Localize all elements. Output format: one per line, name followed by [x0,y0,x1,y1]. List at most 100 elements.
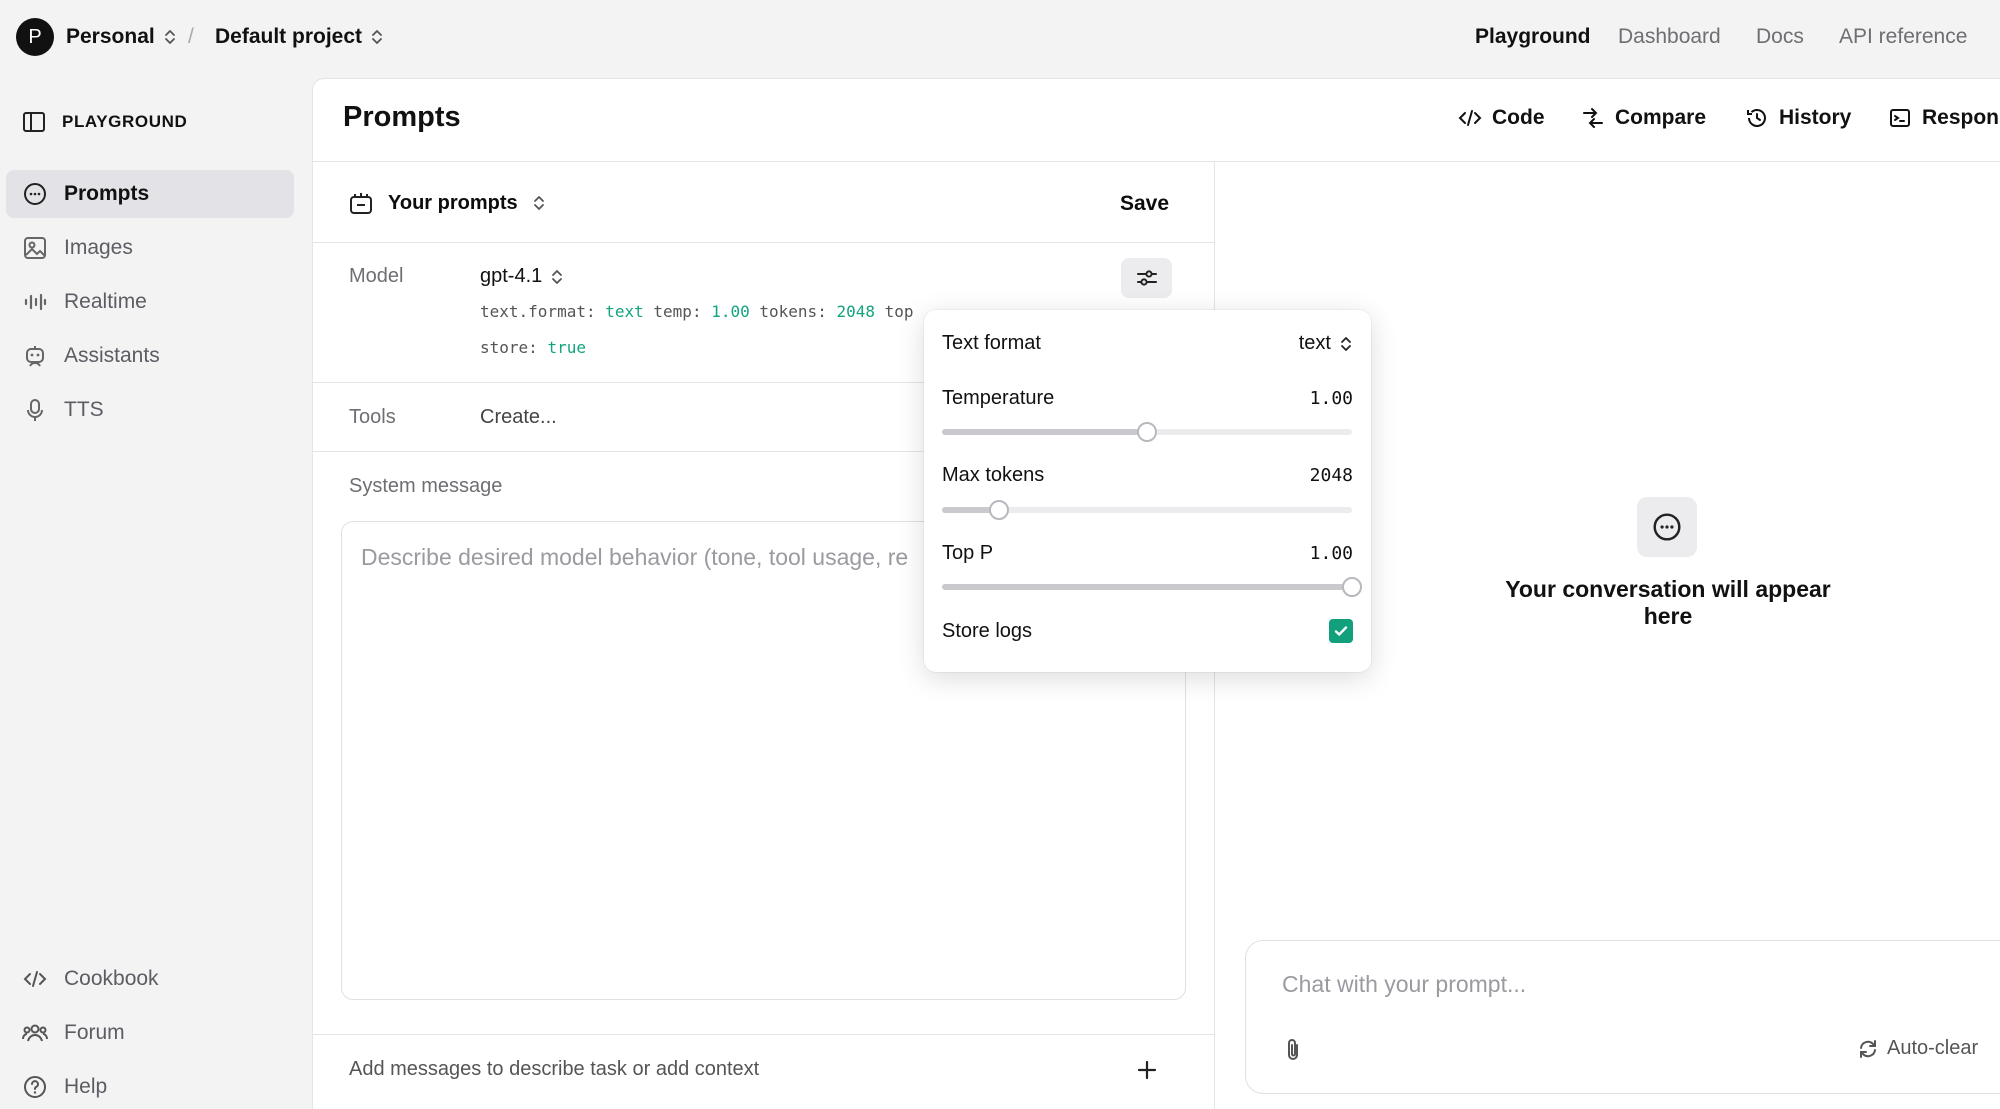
code-icon [23,971,47,987]
text-format-select[interactable]: text [1299,332,1353,355]
help-icon [24,1076,46,1098]
model-name: gpt-4.1 [480,265,543,287]
row-divider [313,1034,1214,1035]
top-p-value: 1.00 [1309,543,1353,564]
top-p-slider[interactable] [942,577,1362,597]
sidebar-item-label: Cookbook [64,967,159,990]
chat-bubble-icon [24,183,46,205]
history-icon [1747,109,1766,127]
add-messages-hint: Add messages to describe task or add con… [349,1058,760,1080]
nav-playground[interactable]: Playground [1475,25,1591,49]
chevron-updown-icon [164,30,175,44]
sidebar-item-help[interactable]: Help [6,1063,294,1109]
conversation-icon-tile [1637,497,1697,557]
sidebar-item-forum[interactable]: Forum [6,1009,294,1057]
robot-icon [26,346,44,367]
chat-input-box[interactable]: Chat with your prompt... Auto-clear [1245,940,2000,1094]
compare-button-label: Compare [1615,106,1707,129]
checkmark-icon [1334,626,1348,636]
response-button[interactable]: Respons [1888,106,2000,130]
auto-clear-toggle[interactable]: Auto-clear [1857,1037,1978,1060]
param-value: text [605,302,644,321]
sidebar-item-label: Realtime [64,290,147,313]
response-button-label: Respons [1922,106,2000,129]
param-key: store: [480,338,538,357]
chat-input-placeholder: Chat with your prompt... [1282,971,1527,997]
slider-thumb[interactable] [989,500,1010,520]
paperclip-icon[interactable] [1282,1037,1304,1063]
row-divider [313,242,1214,243]
param-value: true [547,338,586,357]
terminal-icon [1890,109,1910,127]
text-format-row: Text format text [942,332,1353,355]
sidebar-item-prompts[interactable]: Prompts [6,170,294,218]
sidebar-item-tts[interactable]: TTS [6,386,294,434]
breadcrumb-separator: / [188,25,194,48]
temperature-row: Temperature 1.00 [942,387,1353,410]
add-message-icon[interactable] [1136,1059,1158,1081]
sidebar-item-label: Forum [64,1021,125,1044]
code-button[interactable]: Code [1458,106,1545,130]
sidebar-item-cookbook[interactable]: Cookbook [6,955,294,1003]
sidebar-item-realtime[interactable]: Realtime [6,278,294,326]
param-value: 1.00 [711,302,750,321]
sidebar-item-label: TTS [64,398,104,421]
nav-api-reference[interactable]: API reference [1839,25,1967,49]
temperature-label: Temperature [942,387,1055,409]
chevron-updown-icon [533,196,544,210]
chat-bubble-icon [1653,513,1681,541]
sidebar-item-images[interactable]: Images [6,224,294,272]
system-message-placeholder: Describe desired model behavior (tone, t… [361,544,909,570]
sidebar-item-assistants[interactable]: Assistants [6,332,294,380]
model-params-summary[interactable]: text.format: text temp: 1.00 tokens: 204… [480,294,940,366]
max-tokens-row: Max tokens 2048 [942,464,1353,487]
sidebar-header: PLAYGROUND [22,110,187,134]
code-icon [1458,110,1482,126]
store-logs-label: Store logs [942,619,1033,642]
model-settings-popover: Text format text Temperature 1.00 Max to… [924,310,1371,672]
max-tokens-slider[interactable] [942,500,1352,520]
history-button[interactable]: History [1745,106,1851,130]
temperature-value: 1.00 [1309,388,1353,409]
tools-label: Tools [349,406,396,428]
page-title: Prompts [343,101,461,133]
chevron-updown-icon [372,30,382,44]
chevron-updown-icon [552,269,563,284]
model-selector[interactable]: gpt-4.1 [480,265,564,288]
org-avatar[interactable]: P [16,18,54,56]
param-key: temp: [653,302,702,321]
slider-fill [942,429,1147,435]
prompt-selector[interactable]: Your prompts [348,190,546,216]
store-logs-row: Store logs [942,619,1353,643]
refresh-icon [1860,1039,1876,1058]
top-p-row: Top P 1.00 [942,542,1353,565]
conversation-empty-text: Your conversation will appear here [1505,576,1831,629]
slider-fill [942,584,1352,590]
store-logs-checkbox[interactable] [1329,619,1353,643]
nav-dashboard[interactable]: Dashboard [1618,25,1721,49]
nav-docs[interactable]: Docs [1756,25,1804,49]
project-name: Default project [215,25,363,48]
code-button-label: Code [1492,106,1545,129]
sidebar-item-label: Images [64,236,133,259]
sidebar-item-label: Assistants [64,344,160,367]
text-format-label: Text format [942,332,1041,354]
sidebar-toggle-icon[interactable] [22,110,46,134]
model-settings-button[interactable] [1121,258,1172,298]
org-switcher[interactable]: Personal [66,25,177,49]
create-tool-button[interactable]: Create... [480,406,557,429]
image-icon [24,237,46,259]
param-key: top [884,302,914,321]
compare-button[interactable]: Compare [1581,106,1706,130]
header-divider [313,161,2000,162]
save-button[interactable]: Save [1120,192,1169,216]
slider-thumb[interactable] [1342,577,1362,597]
project-switcher[interactable]: Default project [215,25,384,49]
max-tokens-value: 2048 [1309,465,1353,486]
sidebar-item-label: Help [64,1075,108,1098]
history-button-label: History [1779,106,1852,129]
temperature-slider[interactable] [942,422,1352,442]
compare-icon [1583,108,1603,128]
slider-thumb[interactable] [1137,422,1157,442]
sliders-icon [1136,270,1157,286]
